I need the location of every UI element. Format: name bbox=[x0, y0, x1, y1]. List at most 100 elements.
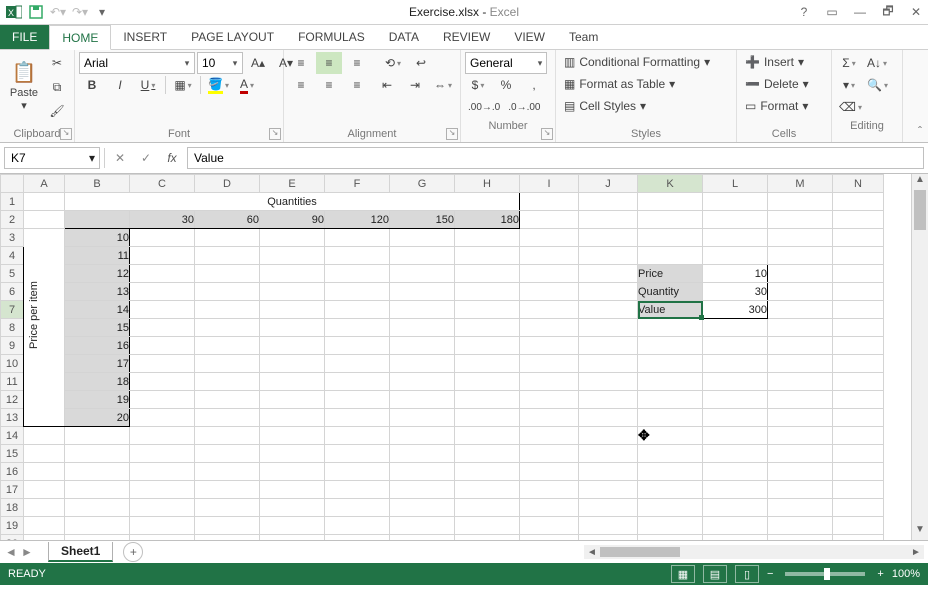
cell-G14[interactable] bbox=[390, 427, 455, 445]
col-header-M[interactable]: M bbox=[768, 175, 833, 193]
clear-icon[interactable]: ⌫▾ bbox=[836, 96, 865, 118]
cell-B3[interactable]: 10 bbox=[65, 229, 130, 247]
cell-N1[interactable] bbox=[833, 193, 884, 211]
cell-B20[interactable] bbox=[65, 535, 130, 541]
font-size-input[interactable] bbox=[198, 54, 228, 72]
cell-J11[interactable] bbox=[579, 373, 638, 391]
scroll-left-icon[interactable]: ◄ bbox=[584, 547, 600, 558]
cell-H16[interactable] bbox=[455, 463, 520, 481]
cell-N4[interactable] bbox=[833, 247, 884, 265]
cell-E14[interactable] bbox=[260, 427, 325, 445]
number-format[interactable] bbox=[466, 54, 534, 72]
row-header-1[interactable]: 1 bbox=[1, 193, 24, 211]
cell-K13[interactable] bbox=[638, 409, 703, 427]
cell-C5[interactable] bbox=[130, 265, 195, 283]
cell-K9[interactable] bbox=[638, 337, 703, 355]
cell-B15[interactable] bbox=[65, 445, 130, 463]
cell-M9[interactable] bbox=[768, 337, 833, 355]
cell-L3[interactable] bbox=[703, 229, 768, 247]
cell-J13[interactable] bbox=[579, 409, 638, 427]
font-size-combo[interactable]: ▾ bbox=[197, 52, 243, 74]
cell-B16[interactable] bbox=[65, 463, 130, 481]
tab-formulas[interactable]: FORMULAS bbox=[286, 25, 377, 49]
cell-I11[interactable] bbox=[520, 373, 579, 391]
italic-button[interactable]: I bbox=[107, 74, 133, 96]
cell-C12[interactable] bbox=[130, 391, 195, 409]
row-header-20[interactable]: 20 bbox=[1, 535, 24, 541]
cell-N11[interactable] bbox=[833, 373, 884, 391]
view-page-layout-icon[interactable]: ▤ bbox=[703, 565, 727, 583]
cell-D7[interactable] bbox=[195, 301, 260, 319]
cell-N6[interactable] bbox=[833, 283, 884, 301]
cell-A14[interactable] bbox=[24, 427, 65, 445]
cell-F17[interactable] bbox=[325, 481, 390, 499]
cell-M6[interactable] bbox=[768, 283, 833, 301]
cell-L4[interactable] bbox=[703, 247, 768, 265]
orientation-icon[interactable]: ⟲▾ bbox=[380, 52, 406, 74]
find-select-icon[interactable]: 🔍▾ bbox=[864, 74, 891, 96]
tab-home[interactable]: HOME bbox=[49, 25, 111, 50]
cell-B17[interactable] bbox=[65, 481, 130, 499]
col-header-D[interactable]: D bbox=[195, 175, 260, 193]
cell-G13[interactable] bbox=[390, 409, 455, 427]
row-header-12[interactable]: 12 bbox=[1, 391, 24, 409]
cell-N19[interactable] bbox=[833, 517, 884, 535]
cell-E17[interactable] bbox=[260, 481, 325, 499]
tab-page-layout[interactable]: PAGE LAYOUT bbox=[179, 25, 286, 49]
cell-B2[interactable] bbox=[65, 211, 130, 229]
collapse-ribbon-icon[interactable]: ˆ bbox=[918, 124, 922, 138]
cell-D9[interactable] bbox=[195, 337, 260, 355]
cell-I17[interactable] bbox=[520, 481, 579, 499]
cell-D8[interactable] bbox=[195, 319, 260, 337]
cell-I16[interactable] bbox=[520, 463, 579, 481]
cell-G11[interactable] bbox=[390, 373, 455, 391]
cell-J4[interactable] bbox=[579, 247, 638, 265]
cell-M5[interactable] bbox=[768, 265, 833, 283]
tab-insert[interactable]: INSERT bbox=[111, 25, 179, 49]
cell-H3[interactable] bbox=[455, 229, 520, 247]
cell-G4[interactable] bbox=[390, 247, 455, 265]
wrap-text-icon[interactable]: ↩ bbox=[408, 52, 434, 74]
col-header-L[interactable]: L bbox=[703, 175, 768, 193]
cell-A16[interactable] bbox=[24, 463, 65, 481]
insert-function-icon[interactable]: fx bbox=[161, 147, 183, 169]
row-header-2[interactable]: 2 bbox=[1, 211, 24, 229]
cell-I5[interactable] bbox=[520, 265, 579, 283]
row-header-14[interactable]: 14 bbox=[1, 427, 24, 445]
cell-F6[interactable] bbox=[325, 283, 390, 301]
cell-G12[interactable] bbox=[390, 391, 455, 409]
cell-L5[interactable]: 10 bbox=[703, 265, 768, 283]
cell-G15[interactable] bbox=[390, 445, 455, 463]
redo-icon[interactable]: ↷▾ bbox=[70, 2, 90, 22]
cell-I19[interactable] bbox=[520, 517, 579, 535]
cell-L10[interactable] bbox=[703, 355, 768, 373]
align-top-icon[interactable]: ≡ bbox=[288, 52, 314, 74]
cell-D13[interactable] bbox=[195, 409, 260, 427]
row-header-8[interactable]: 8 bbox=[1, 319, 24, 337]
cell-J18[interactable] bbox=[579, 499, 638, 517]
zoom-slider[interactable] bbox=[785, 572, 865, 576]
cell-G2[interactable]: 150 bbox=[390, 211, 455, 229]
cell-K18[interactable] bbox=[638, 499, 703, 517]
cell-J3[interactable] bbox=[579, 229, 638, 247]
col-header-E[interactable]: E bbox=[260, 175, 325, 193]
cell-L20[interactable] bbox=[703, 535, 768, 541]
cell-C14[interactable] bbox=[130, 427, 195, 445]
cell-I13[interactable] bbox=[520, 409, 579, 427]
col-header-N[interactable]: N bbox=[833, 175, 884, 193]
cell-A17[interactable] bbox=[24, 481, 65, 499]
cell-D18[interactable] bbox=[195, 499, 260, 517]
cell-I8[interactable] bbox=[520, 319, 579, 337]
cell-B19[interactable] bbox=[65, 517, 130, 535]
align-center-icon[interactable]: ≡ bbox=[316, 74, 342, 96]
spreadsheet-grid[interactable]: ABCDEFGHIJKLMN1Quantities230609012015018… bbox=[0, 174, 928, 540]
col-header-G[interactable]: G bbox=[390, 175, 455, 193]
cell-K17[interactable] bbox=[638, 481, 703, 499]
cell-K20[interactable] bbox=[638, 535, 703, 541]
autosum-icon[interactable]: Σ▾ bbox=[836, 52, 862, 74]
ribbon-display-icon[interactable]: ▭ bbox=[824, 5, 840, 19]
col-header-H[interactable]: H bbox=[455, 175, 520, 193]
cell-H14[interactable] bbox=[455, 427, 520, 445]
cell-C13[interactable] bbox=[130, 409, 195, 427]
minimize-icon[interactable]: — bbox=[852, 5, 868, 19]
